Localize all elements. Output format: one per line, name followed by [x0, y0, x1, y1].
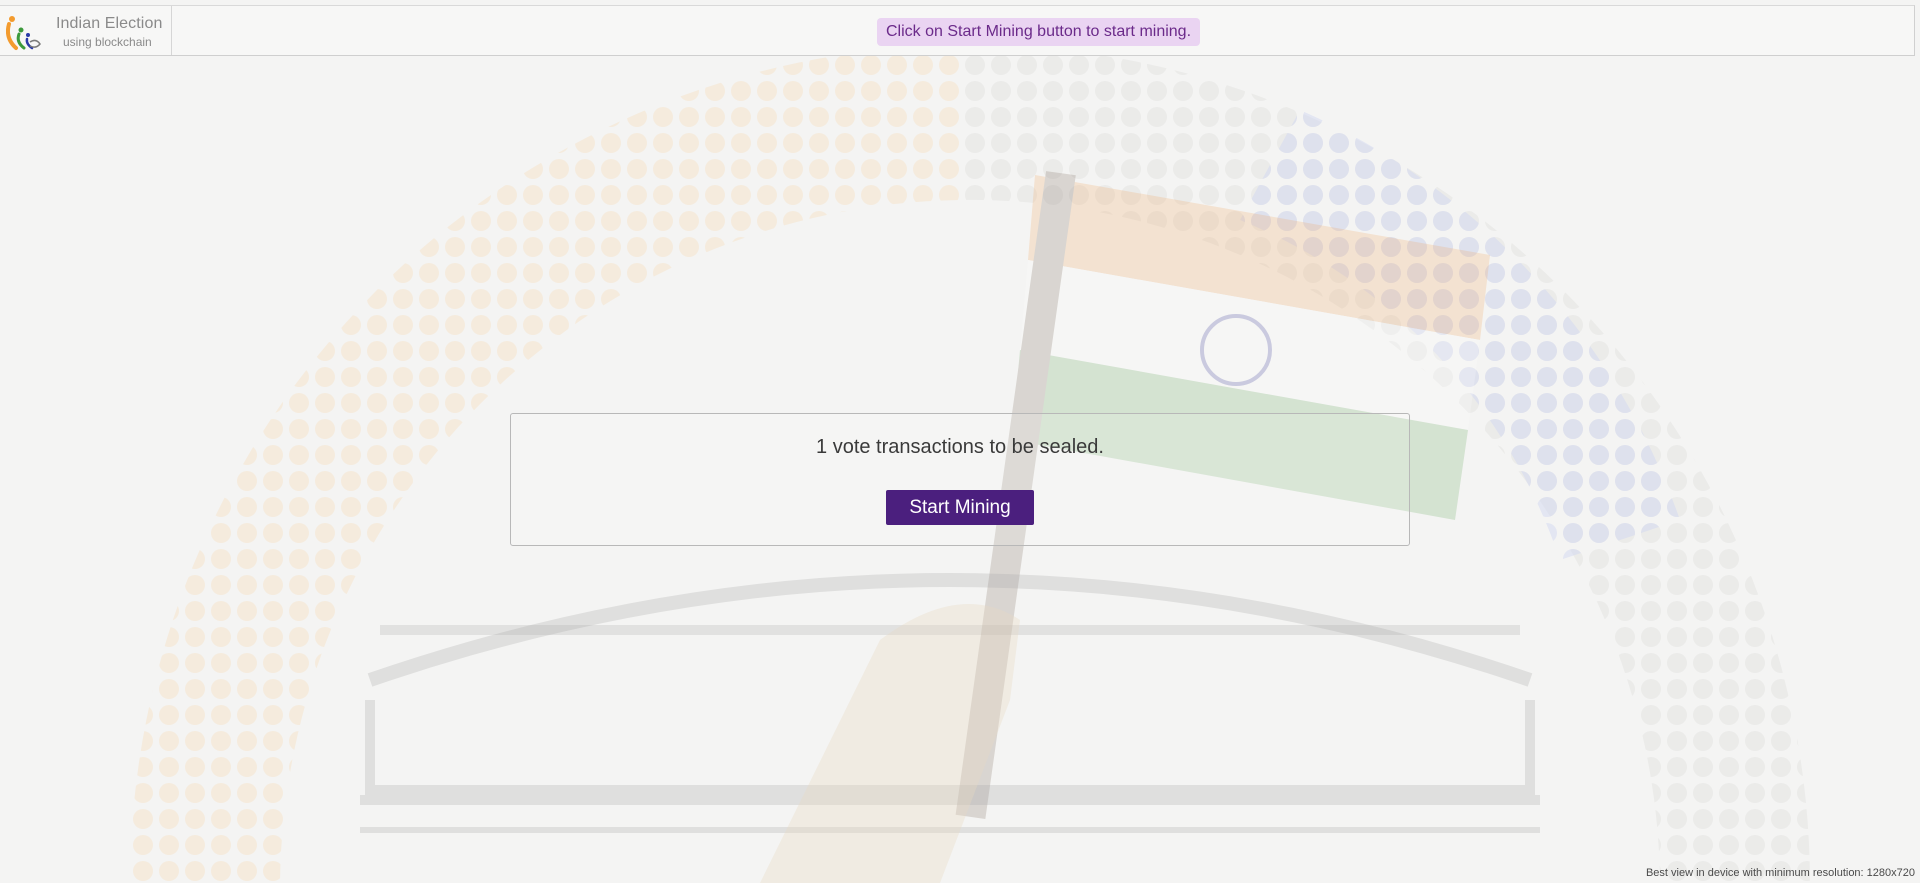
page: Indian Election using blockchain Click o…	[0, 0, 1920, 883]
top-navbar: Indian Election using blockchain Click o…	[0, 5, 1915, 56]
brand-title: Indian Election	[56, 15, 163, 32]
instruction-notice: Click on Start Mining button to start mi…	[877, 18, 1201, 46]
pending-transactions-message: 1 vote transactions to be sealed.	[816, 436, 1104, 458]
resolution-note: Best view in device with minimum resolut…	[1645, 867, 1915, 879]
start-mining-button[interactable]: Start Mining	[886, 490, 1034, 525]
mining-card: 1 vote transactions to be sealed. Start …	[510, 413, 1410, 546]
brand-subtitle: using blockchain	[63, 35, 152, 49]
brand[interactable]: Indian Election using blockchain	[0, 6, 172, 55]
election-voters-logo-icon	[6, 16, 41, 50]
